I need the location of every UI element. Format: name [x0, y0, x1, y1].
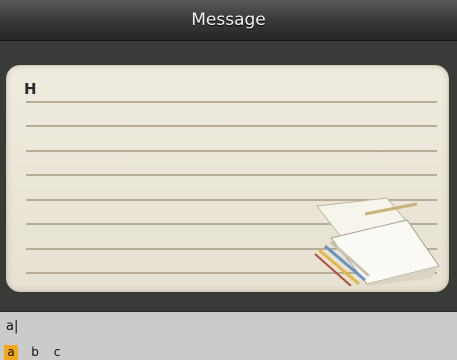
ruled-line — [26, 125, 437, 127]
window-title: Message — [191, 10, 266, 30]
composing-text: a| — [6, 319, 19, 334]
input-method-bar: a| a b c — [0, 312, 457, 360]
ruled-line — [26, 174, 437, 176]
title-bar: Message — [0, 0, 457, 41]
ruled-line — [26, 101, 437, 103]
paper-and-pencils-icon — [314, 197, 440, 286]
candidate-a[interactable]: a — [4, 345, 18, 360]
ruled-line — [26, 150, 437, 152]
candidate-c[interactable]: c — [50, 345, 64, 360]
message-text: H — [24, 80, 37, 98]
message-editor[interactable]: H — [6, 65, 449, 292]
candidate-b[interactable]: b — [28, 345, 42, 360]
